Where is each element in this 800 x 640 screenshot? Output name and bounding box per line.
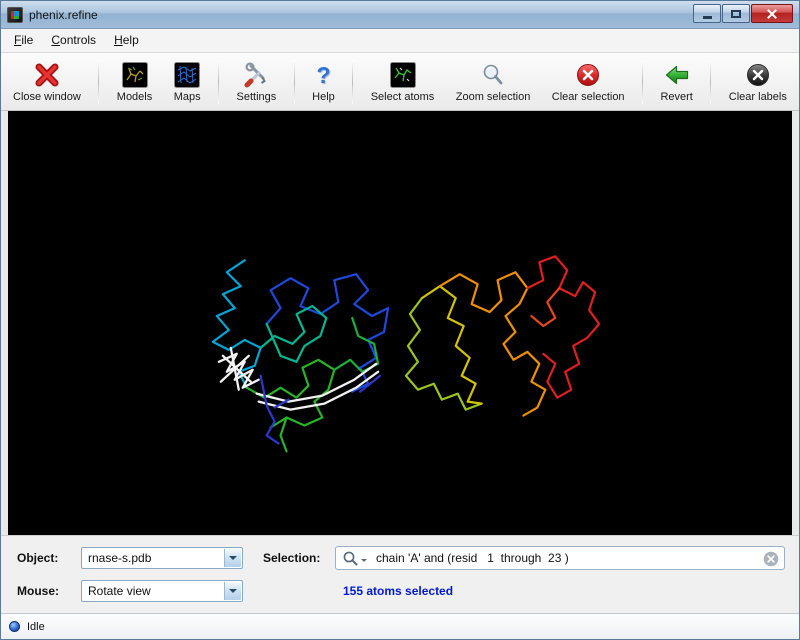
object-row: Object: rnase-s.pdb Selection:	[17, 546, 785, 570]
toolbar-button-label: Select atoms	[371, 91, 435, 103]
title-bar[interactable]: phenix.refine	[1, 1, 799, 29]
toolbar-button-settings[interactable]: Settings	[233, 58, 281, 106]
viewport-frame	[1, 111, 799, 535]
app-icon	[7, 7, 23, 23]
chevron-down-icon[interactable]	[224, 582, 241, 600]
revert-icon	[664, 61, 690, 89]
maximize-button[interactable]	[722, 4, 750, 23]
caption-buttons	[693, 4, 793, 23]
toolbar-button-label: Zoom selection	[456, 91, 531, 103]
menu-controls[interactable]: Controls	[42, 29, 105, 52]
status-text: Idle	[27, 621, 45, 633]
status-led-icon	[9, 621, 20, 632]
toolbar-button-label: Help	[312, 91, 335, 103]
toolbar-button-clear-labels[interactable]: Clear labels	[725, 58, 791, 106]
chevron-down-icon	[361, 559, 367, 565]
chevron-down-icon[interactable]	[224, 549, 241, 567]
selection-label: Selection:	[263, 551, 335, 565]
mouse-dropdown[interactable]: Rotate view	[81, 580, 243, 602]
toolbar-separator	[98, 60, 99, 104]
toolbar-separator	[710, 60, 711, 104]
maps-icon	[174, 61, 200, 89]
close-window-icon	[34, 61, 60, 89]
mouse-dropdown-value: Rotate view	[88, 584, 151, 598]
search-icon[interactable]	[342, 550, 367, 567]
mouse-row: Mouse: Rotate view 155 atoms selected	[17, 579, 785, 603]
clear-selection-icon	[575, 61, 601, 89]
molecule-render[interactable]	[8, 111, 792, 535]
maximize-icon	[731, 10, 741, 18]
selection-searchbox[interactable]	[335, 546, 785, 570]
toolbar-separator	[642, 60, 643, 104]
object-dropdown-value: rnase-s.pdb	[88, 551, 151, 565]
toolbar-button-label: Clear selection	[552, 91, 625, 103]
object-dropdown[interactable]: rnase-s.pdb	[81, 547, 243, 569]
toolbar-button-revert[interactable]: Revert	[656, 58, 696, 106]
minimize-button[interactable]	[693, 4, 721, 23]
toolbar-button-help[interactable]: ? Help	[308, 58, 339, 106]
toolbar-button-select-atoms[interactable]: Select atoms	[367, 58, 439, 106]
toolbar-button-label: Clear labels	[729, 91, 787, 103]
close-icon	[766, 8, 778, 20]
toolbar-button-models[interactable]: Models	[113, 58, 156, 106]
select-atoms-icon	[390, 61, 416, 89]
toolbar-button-label: Revert	[660, 91, 692, 103]
toolbar-button-label: Models	[117, 91, 152, 103]
toolbar-separator	[294, 60, 295, 104]
clear-labels-icon	[745, 61, 771, 89]
mouse-label: Mouse:	[17, 584, 81, 598]
help-icon: ?	[316, 62, 330, 88]
toolbar-button-label: Maps	[174, 91, 201, 103]
molecule-viewport[interactable]	[8, 111, 792, 535]
clear-text-icon[interactable]	[763, 551, 779, 572]
zoom-selection-icon	[480, 61, 506, 89]
control-panel: Object: rnase-s.pdb Selection:	[1, 535, 799, 613]
toolbar-button-label: Close window	[13, 91, 81, 103]
toolbar: Close window Models Maps	[1, 53, 799, 111]
app-window: phenix.refine File Controls Help	[0, 0, 800, 640]
toolbar-button-close-window[interactable]: Close window	[9, 58, 85, 106]
status-bar: Idle	[1, 613, 799, 639]
toolbar-separator	[352, 60, 353, 104]
toolbar-button-label: Settings	[237, 91, 277, 103]
window-title: phenix.refine	[29, 8, 98, 22]
models-icon	[122, 61, 148, 89]
menu-help[interactable]: Help	[105, 29, 148, 52]
toolbar-button-zoom-selection[interactable]: Zoom selection	[452, 58, 535, 106]
menu-bar: File Controls Help	[1, 29, 799, 53]
close-button[interactable]	[751, 4, 793, 23]
selection-input[interactable]	[376, 551, 756, 565]
object-label: Object:	[17, 551, 81, 565]
atoms-selected-count: 155 atoms selected	[343, 584, 453, 598]
toolbar-button-maps[interactable]: Maps	[170, 58, 205, 106]
settings-icon	[243, 61, 269, 89]
toolbar-separator	[218, 60, 219, 104]
menu-file[interactable]: File	[5, 29, 42, 52]
toolbar-button-clear-selection[interactable]: Clear selection	[548, 58, 629, 106]
minimize-icon	[703, 16, 712, 19]
